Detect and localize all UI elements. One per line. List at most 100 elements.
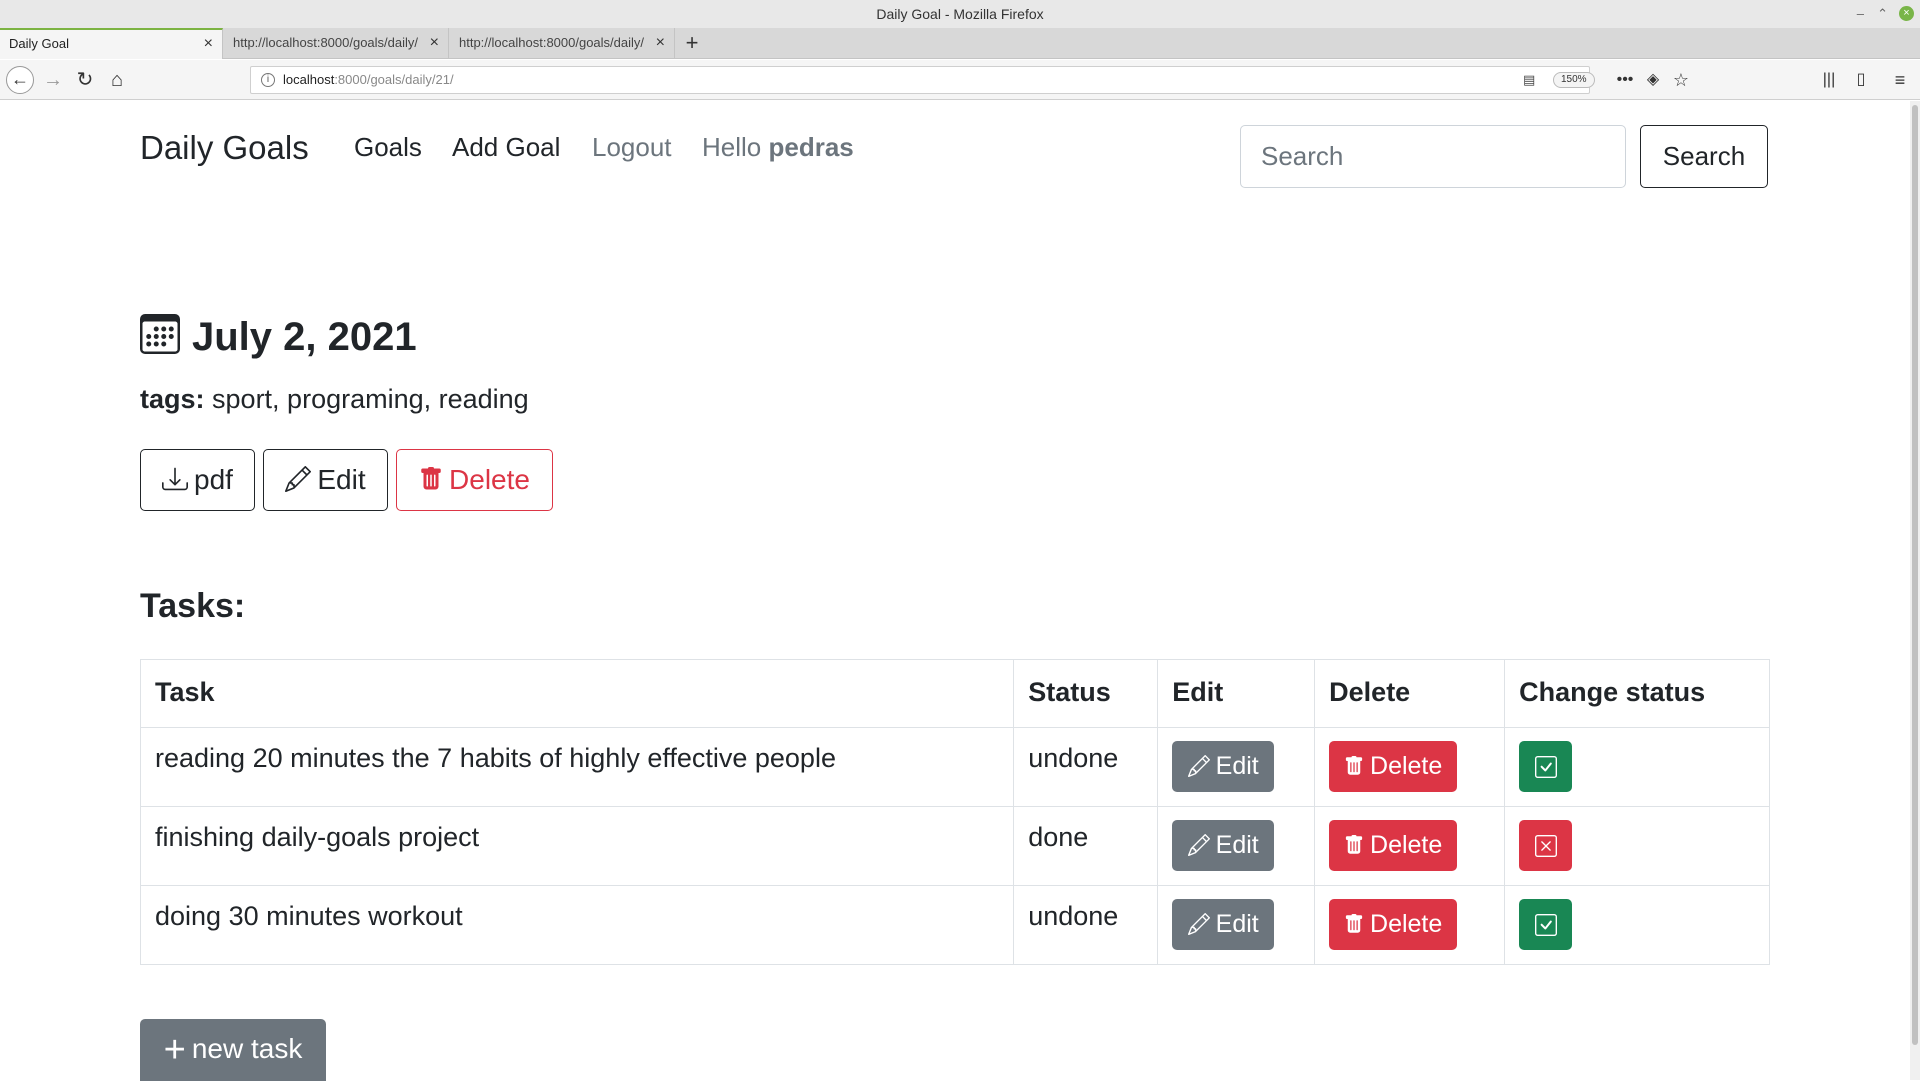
delete-task-button[interactable]: Delete <box>1329 741 1458 792</box>
edit-task-button[interactable]: Edit <box>1172 741 1275 792</box>
delete-task-label: Delete <box>1370 910 1443 938</box>
page-scrollbar[interactable] <box>1910 101 1920 1080</box>
x-square-icon <box>1534 835 1557 857</box>
edit-goal-button[interactable]: Edit <box>263 449 388 511</box>
new-tab-icon[interactable]: + <box>681 28 703 59</box>
edit-cell: Edit <box>1157 885 1316 965</box>
delete-task-label: Delete <box>1370 831 1443 859</box>
task-name: reading 20 minutes the 7 habits of highl… <box>139 727 1015 807</box>
forward-arrow-icon[interactable]: → <box>42 60 64 100</box>
page-actions-icon[interactable]: ••• <box>1614 60 1636 100</box>
tab-localhost-1[interactable]: http://localhost:8000/goals/daily/ × <box>224 28 449 59</box>
pocket-icon[interactable]: ◈ <box>1642 60 1664 100</box>
table-row: finishing daily-goals project done Edit … <box>139 806 1770 886</box>
minimize-icon[interactable]: – <box>1857 0 1864 28</box>
zoom-badge[interactable]: 150% <box>1553 72 1595 88</box>
nav-logout[interactable]: Logout <box>592 125 672 170</box>
column-header-edit: Edit <box>1157 659 1316 728</box>
table-row: reading 20 minutes the 7 habits of highl… <box>139 727 1770 807</box>
edit-task-button[interactable]: Edit <box>1172 820 1275 871</box>
username: pedras <box>768 132 854 162</box>
edit-task-button[interactable]: Edit <box>1172 899 1275 950</box>
mark-undone-button[interactable] <box>1519 820 1573 871</box>
search-button[interactable]: Search <box>1640 125 1768 188</box>
task-status: undone <box>1013 885 1159 965</box>
goal-date-heading: July 2, 2021 <box>140 312 417 366</box>
change-status-cell <box>1504 806 1770 886</box>
browser-toolbar: ← → ↻ ⌂ i localhost:8000/goals/daily/21/… <box>0 60 1920 100</box>
edit-cell: Edit <box>1157 806 1316 886</box>
mark-done-button[interactable] <box>1519 899 1573 950</box>
delete-cell: Delete <box>1314 727 1506 807</box>
trash-icon <box>1345 756 1363 775</box>
scrollbar-thumb[interactable] <box>1912 105 1918 1045</box>
url-path: :8000/goals/daily/21/ <box>334 72 454 87</box>
pdf-button[interactable]: pdf <box>140 449 255 511</box>
url-host: localhost <box>283 72 335 87</box>
tab-close-icon[interactable]: × <box>656 28 665 58</box>
tab-bar: Daily Goal × http://localhost:8000/goals… <box>0 28 1920 59</box>
url-bar[interactable]: i localhost:8000/goals/daily/21/ ▤ 150% <box>250 66 1595 94</box>
goal-date: July 2, 2021 <box>192 315 417 359</box>
search-input[interactable] <box>1240 125 1626 188</box>
tab-localhost-2[interactable]: http://localhost:8000/goals/daily/ × <box>450 28 675 59</box>
tab-close-icon[interactable]: × <box>430 28 439 58</box>
edit-task-label: Edit <box>1215 831 1259 859</box>
close-window-icon[interactable]: × <box>1899 6 1914 21</box>
nav-add-goal[interactable]: Add Goal <box>452 125 560 170</box>
pencil-icon <box>285 465 312 492</box>
tags-line: tags: sport, programing, reading <box>140 381 529 417</box>
tab-close-icon[interactable]: × <box>204 30 213 57</box>
column-header-task: Task <box>139 659 1015 728</box>
pencil-icon <box>1187 754 1210 777</box>
plus-icon: + <box>163 1029 186 1071</box>
delete-cell: Delete <box>1314 806 1506 886</box>
back-arrow-icon[interactable]: ← <box>6 66 34 94</box>
reader-view-icon[interactable]: ▤ <box>1523 67 1535 93</box>
delete-task-label: Delete <box>1370 752 1443 780</box>
page-content: Daily Goals Goals Add Goal Logout Hello … <box>0 101 1910 1081</box>
edit-cell: Edit <box>1157 727 1316 807</box>
edit-task-label: Edit <box>1215 910 1259 938</box>
check-square-icon <box>1534 756 1557 778</box>
tags-label: tags: <box>140 384 205 414</box>
window-titlebar: Daily Goal - Mozilla Firefox – ⌃ × <box>0 0 1920 28</box>
bookmark-star-icon[interactable]: ☆ <box>1670 60 1692 100</box>
task-name: finishing daily-goals project <box>139 806 1015 886</box>
tags-value: sport, programing, reading <box>212 384 529 414</box>
column-header-status: Status <box>1013 659 1159 728</box>
new-task-button[interactable]: + new task <box>140 1019 326 1081</box>
pencil-icon <box>1187 912 1210 935</box>
delete-task-button[interactable]: Delete <box>1329 899 1458 950</box>
table-header-row: Task Status Edit Delete Change status <box>139 659 1770 728</box>
task-name: doing 30 minutes workout <box>139 885 1015 965</box>
calendar-icon <box>140 314 180 366</box>
brand-logo[interactable]: Daily Goals <box>140 125 309 170</box>
tasks-heading: Tasks: <box>140 587 246 625</box>
delete-goal-button[interactable]: Delete <box>396 449 553 511</box>
task-status: done <box>1013 806 1159 886</box>
delete-goal-label: Delete <box>449 464 530 495</box>
home-icon[interactable]: ⌂ <box>106 60 128 100</box>
mark-done-button[interactable] <box>1519 741 1573 792</box>
delete-task-button[interactable]: Delete <box>1329 820 1458 871</box>
greeting: Hello pedras <box>702 125 854 170</box>
pdf-label: pdf <box>194 464 233 495</box>
trash-icon <box>1345 835 1363 854</box>
library-icon[interactable]: ||| <box>1818 60 1840 100</box>
reload-icon[interactable]: ↻ <box>74 60 96 100</box>
tab-label: http://localhost:8000/goals/daily/ <box>459 35 645 50</box>
edit-goal-label: Edit <box>317 464 366 495</box>
menu-icon[interactable]: ≡ <box>1889 60 1911 100</box>
window-title: Daily Goal - Mozilla Firefox <box>876 6 1044 22</box>
sidebar-icon[interactable]: ▯ <box>1850 60 1872 100</box>
trash-icon <box>421 467 441 490</box>
tab-daily-goal[interactable]: Daily Goal × <box>0 28 223 59</box>
site-navbar: Daily Goals Goals Add Goal Logout Hello … <box>140 125 1770 189</box>
column-header-delete: Delete <box>1314 659 1506 728</box>
check-square-icon <box>1534 914 1557 936</box>
nav-goals[interactable]: Goals <box>354 125 422 170</box>
column-header-change-status: Change status <box>1504 659 1770 728</box>
maximize-icon[interactable]: ⌃ <box>1877 0 1888 28</box>
site-info-icon[interactable]: i <box>261 73 275 87</box>
